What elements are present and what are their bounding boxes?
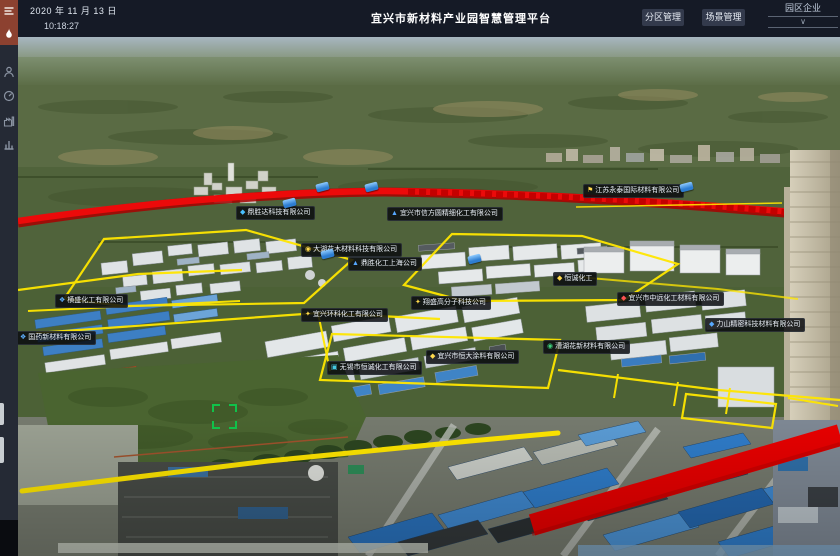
company-marker-icon: ▲ [352, 260, 359, 268]
company-map-label[interactable]: ✦宜兴环科化工有限公司 [301, 308, 388, 322]
edge-panel-handle[interactable] [0, 437, 4, 463]
company-map-label[interactable]: ◆宜兴市中远化工材料有限公司 [617, 292, 724, 306]
company-map-label[interactable]: ❖国药新材料有限公司 [16, 331, 96, 345]
company-label-text: 江苏永泰国际材料有限公司 [595, 186, 679, 195]
company-label-text: 大湖花木材料科技有限公司 [313, 245, 397, 254]
company-map-label[interactable]: ✦翔盛高分子科技公司 [411, 296, 491, 310]
company-label-text: 鼎胜化工上海公司 [361, 259, 417, 268]
company-map-label[interactable]: ❖横盛化工有限公司 [55, 294, 128, 308]
zone-management-button[interactable]: 分区管理 [642, 9, 684, 26]
smart-park-platform: ◆鼎胜达科技有限公司▲宜兴市信方圆精细化工有限公司◉大湖花木材料科技有限公司▲鼎… [0, 0, 840, 556]
company-marker-icon: ◉ [305, 246, 311, 254]
company-map-label[interactable]: ◆宜兴市恒大涂料有限公司 [426, 350, 519, 364]
company-label-text: 宜兴环科化工有限公司 [313, 310, 383, 319]
bar-chart-icon[interactable] [3, 138, 15, 150]
gauge-icon[interactable] [3, 90, 15, 102]
company-marker-icon: ❖ [20, 334, 26, 342]
company-label-text: 漕湖花新材料有限公司 [555, 342, 625, 351]
company-map-label[interactable]: ⚑江苏永泰国际材料有限公司 [583, 184, 684, 198]
company-marker-icon: ◉ [547, 343, 553, 351]
company-label-text: 横盛化工有限公司 [67, 296, 123, 305]
company-marker-icon: ◆ [430, 353, 435, 361]
header-bar: 2020 年 11 月 13 日 10:18:27 宜兴市新材料产业园智慧管理平… [0, 0, 840, 37]
park-enterprise-dropdown[interactable]: 园区企业 ∨ [768, 2, 838, 32]
company-marker-icon: ◆ [240, 209, 245, 217]
company-marker-icon: ◆ [621, 295, 626, 303]
company-map-label[interactable]: ◆力山精密科技材料有限公司 [705, 318, 805, 332]
company-label-text: 无锡市恒诚化工有限公司 [340, 363, 417, 372]
chevron-down-icon: ∨ [768, 17, 838, 26]
edge-panel-handle[interactable] [0, 403, 4, 425]
flame-icon[interactable] [3, 28, 15, 40]
company-marker-icon: ❖ [59, 297, 65, 305]
company-marker-icon: ◆ [557, 275, 562, 283]
sidebar [0, 0, 18, 556]
user-icon[interactable] [3, 66, 15, 78]
company-marker-icon: ▣ [331, 364, 338, 372]
company-marker-icon: ▲ [391, 210, 398, 218]
company-label-text: 宜兴市信方圆精细化工有限公司 [400, 209, 498, 218]
park-enterprise-label: 园区企业 [768, 2, 838, 15]
time-text: 10:18:27 [44, 21, 79, 31]
menu-icon[interactable] [3, 5, 15, 17]
company-map-label[interactable]: ▲宜兴市信方圆精细化工有限公司 [387, 207, 503, 221]
company-map-label[interactable]: ◉漕湖花新材料有限公司 [543, 340, 630, 354]
company-map-label[interactable]: ◉大湖花木材料科技有限公司 [301, 243, 402, 257]
company-label-text: 鼎胜达科技有限公司 [247, 208, 310, 217]
company-map-label[interactable]: ▲鼎胜化工上海公司 [348, 257, 422, 271]
date-text: 2020 年 11 月 13 日 [30, 4, 117, 17]
company-label-text: 翔盛高分子科技公司 [423, 298, 486, 307]
company-marker-icon: ✦ [305, 311, 311, 319]
company-map-label[interactable]: ▣无锡市恒诚化工有限公司 [327, 361, 422, 375]
company-map-label[interactable]: ◆恒诚化工 [553, 272, 597, 286]
company-marker-icon: ⚑ [587, 187, 593, 195]
factory-icon[interactable] [3, 115, 15, 127]
scene-management-button[interactable]: 场景管理 [702, 9, 745, 26]
company-label-text: 宜兴市中远化工材料有限公司 [628, 294, 719, 303]
sidebar-footer [0, 520, 18, 556]
company-label-text: 宜兴市恒大涂料有限公司 [437, 352, 514, 361]
company-marker-icon: ◆ [709, 321, 714, 329]
company-label-text: 国药新材料有限公司 [28, 333, 91, 342]
company-marker-icon: ✦ [415, 299, 421, 307]
company-map-label[interactable]: ◆鼎胜达科技有限公司 [236, 206, 315, 220]
divider [768, 27, 838, 28]
page-title: 宜兴市新材料产业园智慧管理平台 [371, 10, 551, 26]
company-label-text: 恒诚化工 [564, 274, 592, 283]
company-label-text: 力山精密科技材料有限公司 [716, 320, 800, 329]
